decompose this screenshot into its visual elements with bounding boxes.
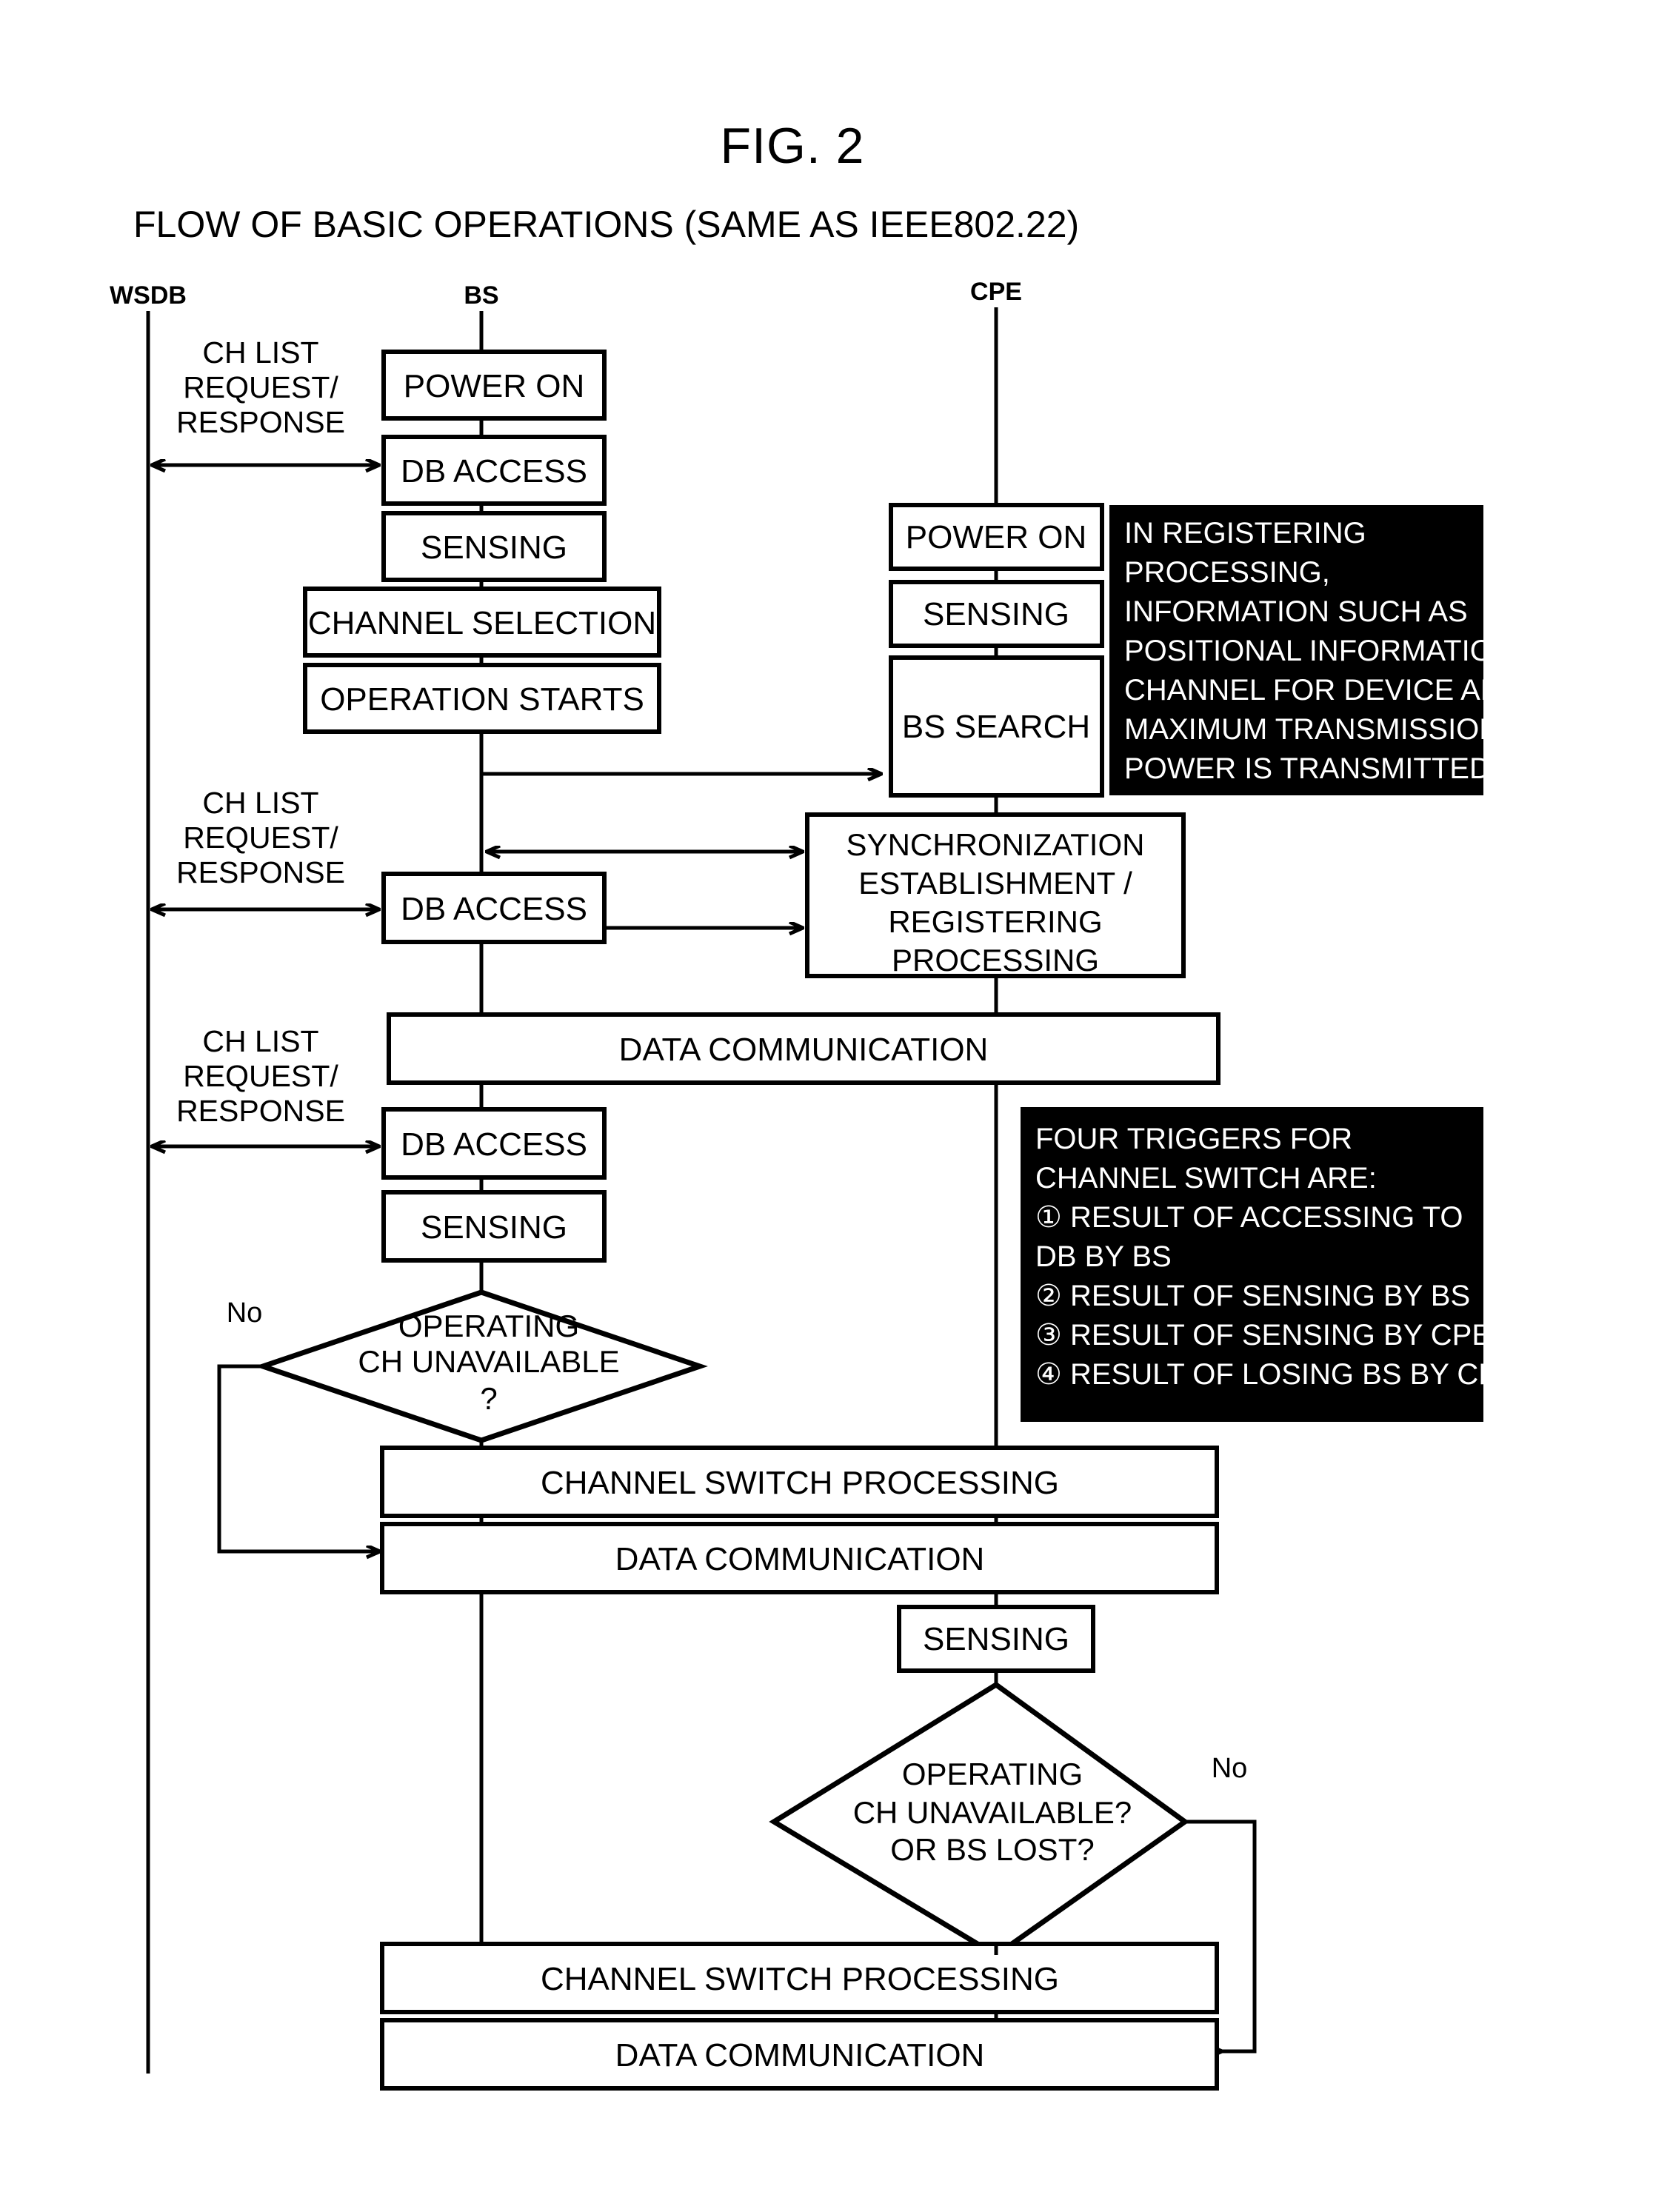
cpe-node-sync-registering: SYNCHRONIZATION ESTABLISHMENT / REGISTER…	[805, 812, 1186, 978]
cpe-decision-line-3: OR BS LOST?	[890, 1832, 1094, 1867]
note-registering-line-1: IN REGISTERING	[1124, 517, 1366, 549]
note-registering-line-6: MAXIMUM TRANSMISSION	[1124, 713, 1500, 746]
cpe-decision-operating-ch: OPERATING CH UNAVAILABLE? OR BS LOST?	[769, 1681, 1190, 1959]
bs-node-db-access-3: DB ACCESS	[381, 1107, 607, 1180]
cpe-decision-no-label: No	[1212, 1753, 1248, 1784]
message-ch-list-2-line1: CH LIST	[202, 786, 318, 820]
cpe-node-sensing-2-label: SENSING	[923, 1621, 1069, 1657]
message-ch-list-1-line3: RESPONSE	[176, 405, 345, 439]
note-registering-line-2: PROCESSING,	[1124, 556, 1330, 589]
cpe-decision-no-path	[1185, 1820, 1257, 2051]
cpe-node-sync-line-1: SYNCHRONIZATION	[846, 827, 1145, 862]
shared-node-data-communication-1: DATA COMMUNICATION	[387, 1012, 1220, 1085]
message-ch-list-2-line3: RESPONSE	[176, 855, 345, 889]
note-registering-processing: IN REGISTERING PROCESSING, INFORMATION S…	[1109, 505, 1523, 795]
message-ch-list-2: CH LIST REQUEST/ RESPONSE	[152, 786, 379, 909]
bs-node-db-access-2-label: DB ACCESS	[401, 891, 587, 927]
patent-figure-2: FIG. 2 FLOW OF BASIC OPERATIONS (SAME AS…	[0, 0, 1653, 2212]
note-registering-line-4: POSITIONAL INFORMATION,	[1124, 635, 1523, 667]
cpe-node-bs-search-label: BS SEARCH	[902, 709, 1090, 745]
cpe-node-power-on-label: POWER ON	[906, 519, 1086, 555]
message-ch-list-3: CH LIST REQUEST/ RESPONSE	[152, 1024, 379, 1146]
message-ch-list-3-line2: REQUEST/	[183, 1059, 338, 1093]
note-triggers-line-5: ② RESULT OF SENSING BY BS	[1035, 1280, 1470, 1312]
bs-node-operation-starts: OPERATION STARTS	[303, 663, 661, 734]
figure-title: FIG. 2	[721, 118, 865, 174]
note-triggers-line-4: DB BY BS	[1035, 1240, 1172, 1273]
bs-node-db-access-1: DB ACCESS	[381, 435, 607, 506]
note-registering-line-5: CHANNEL FOR DEVICE AND	[1124, 674, 1523, 706]
shared-node-channel-switch-1-label: CHANNEL SWITCH PROCESSING	[541, 1465, 1059, 1501]
shared-node-channel-switch-1: CHANNEL SWITCH PROCESSING	[380, 1446, 1219, 1518]
note-four-triggers: FOUR TRIGGERS FOR CHANNEL SWITCH ARE: ① …	[1021, 1107, 1518, 1422]
note-triggers-line-1: FOUR TRIGGERS FOR	[1035, 1123, 1352, 1155]
shared-node-channel-switch-2: CHANNEL SWITCH PROCESSING	[380, 1942, 1219, 2014]
note-triggers-line-6: ③ RESULT OF SENSING BY CPE	[1035, 1319, 1492, 1351]
cpe-decision-line-1: OPERATING	[902, 1757, 1083, 1791]
cpe-node-power-on: POWER ON	[889, 503, 1104, 571]
cpe-node-sensing-2: SENSING	[897, 1605, 1095, 1673]
cpe-decision-line-2: CH UNAVAILABLE?	[853, 1795, 1132, 1830]
cpe-node-sync-line-2: ESTABLISHMENT /	[858, 866, 1132, 900]
shared-node-data-communication-3-label: DATA COMMUNICATION	[615, 2037, 985, 2074]
note-triggers-line-3: ① RESULT OF ACCESSING TO	[1035, 1201, 1463, 1234]
bs-node-sensing-1: SENSING	[381, 511, 607, 582]
note-triggers-line-7: ④ RESULT OF LOSING BS BY CPE	[1035, 1358, 1518, 1391]
note-triggers-line-2: CHANNEL SWITCH ARE:	[1035, 1162, 1377, 1194]
cpe-node-sensing-1: SENSING	[889, 580, 1104, 648]
cpe-node-sensing-1-label: SENSING	[923, 596, 1069, 632]
shared-node-data-communication-2-label: DATA COMMUNICATION	[615, 1541, 985, 1577]
lane-label-bs: BS	[464, 281, 498, 310]
bs-decision-no-label: No	[227, 1297, 263, 1329]
message-ch-list-3-line1: CH LIST	[202, 1024, 318, 1058]
message-ch-list-3-line3: RESPONSE	[176, 1094, 345, 1128]
message-ch-list-1-line2: REQUEST/	[183, 370, 338, 404]
bs-node-power-on: POWER ON	[381, 350, 607, 421]
note-registering-line-7: POWER IS TRANSMITTED	[1124, 752, 1491, 785]
shared-node-data-communication-2: DATA COMMUNICATION	[380, 1522, 1219, 1594]
bs-node-operation-starts-label: OPERATION STARTS	[320, 681, 644, 718]
lane-label-cpe: CPE	[970, 278, 1022, 306]
message-ch-list-1: CH LIST REQUEST/ RESPONSE	[152, 335, 379, 465]
bs-decision-operating-ch: OPERATING CH UNAVAILABLE ?	[255, 1289, 708, 1443]
bs-decision-line-3: ?	[480, 1381, 497, 1416]
bs-node-sensing-2: SENSING	[381, 1190, 607, 1263]
bs-node-channel-selection-label: CHANNEL SELECTION	[308, 605, 656, 641]
bs-node-db-access-1-label: DB ACCESS	[401, 453, 587, 489]
message-ch-list-2-line2: REQUEST/	[183, 821, 338, 855]
bs-node-power-on-label: POWER ON	[404, 368, 584, 404]
shared-node-data-communication-1-label: DATA COMMUNICATION	[619, 1032, 989, 1068]
bs-decision-line-1: OPERATING	[398, 1309, 579, 1343]
bs-node-sensing-1-label: SENSING	[421, 529, 567, 566]
cpe-node-sync-line-4: PROCESSING	[892, 943, 1099, 978]
figure-subtitle: FLOW OF BASIC OPERATIONS (SAME AS IEEE80…	[133, 204, 1079, 245]
message-ch-list-1-line1: CH LIST	[202, 335, 318, 370]
lane-label-wsdb: WSDB	[110, 281, 187, 310]
cpe-node-sync-line-3: REGISTERING	[888, 904, 1102, 939]
bs-node-sensing-2-label: SENSING	[421, 1209, 567, 1246]
shared-node-channel-switch-2-label: CHANNEL SWITCH PROCESSING	[541, 1961, 1059, 1997]
cpe-node-bs-search: BS SEARCH	[889, 655, 1104, 798]
shared-node-data-communication-3: DATA COMMUNICATION	[380, 2018, 1219, 2091]
bs-decision-line-2: CH UNAVAILABLE	[358, 1344, 619, 1379]
bs-node-db-access-3-label: DB ACCESS	[401, 1126, 587, 1163]
bs-node-db-access-2: DB ACCESS	[381, 872, 607, 944]
bs-node-channel-selection: CHANNEL SELECTION	[303, 587, 661, 658]
note-registering-line-3: INFORMATION SUCH AS	[1124, 595, 1468, 628]
arrow-bs-to-bs-search	[479, 732, 881, 774]
